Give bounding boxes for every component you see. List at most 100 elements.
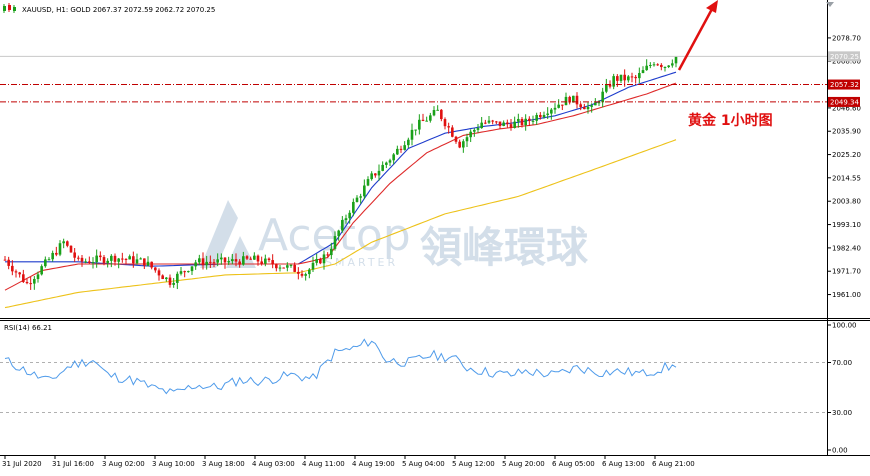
candle-body [352, 201, 355, 213]
candle-body [667, 65, 670, 68]
candle-body [113, 255, 117, 262]
time-tick-label: 5 Aug 20:00 [502, 460, 545, 468]
candle-body [121, 258, 124, 260]
rsi-tick-label: 70.00 [832, 359, 852, 367]
time-tick-label: 4 Aug 19:00 [352, 460, 395, 468]
candle-body [495, 121, 498, 123]
candle-body [194, 262, 197, 267]
candle-body [638, 73, 641, 79]
candle-body [66, 241, 69, 246]
candle-body [150, 261, 153, 268]
candle-body [641, 70, 645, 74]
price-tick-label: 2003.80 [832, 198, 861, 206]
candle-body [209, 261, 212, 263]
price-tag-label: 2070.25 [830, 53, 859, 61]
rsi-header: RSI(14) 66.21 [4, 324, 52, 332]
candle-body [176, 273, 179, 283]
candle-body [179, 271, 183, 274]
candle-body [234, 259, 238, 262]
candle-body [84, 261, 87, 263]
price-tick-label: 2035.90 [832, 128, 861, 136]
candle-body [242, 256, 245, 265]
candle-body [535, 114, 538, 121]
time-tick-label: 6 Aug 13:00 [602, 460, 645, 468]
candle-body [410, 129, 414, 140]
candle-body [161, 275, 164, 280]
price-tick-label: 2025.20 [832, 151, 861, 159]
candle-body [25, 281, 29, 284]
price-tick-label: 1993.10 [832, 221, 861, 229]
candle-body [51, 252, 54, 260]
candle [69, 245, 73, 253]
candle-body [440, 109, 443, 120]
candle-body [205, 261, 208, 266]
candle-body [553, 107, 557, 110]
candle-body [135, 259, 139, 264]
price-tick-label: 1961.00 [832, 291, 861, 299]
candle-body [363, 185, 366, 197]
candle-body [421, 119, 425, 121]
time-tick-label: 6 Aug 21:00 [652, 460, 695, 468]
candle-body [487, 120, 491, 123]
candle-body [388, 160, 392, 163]
candle-body [575, 95, 579, 105]
candle-body [623, 74, 626, 81]
candle-body [465, 137, 469, 142]
candle-body [348, 212, 351, 219]
candle-body [663, 67, 667, 69]
candle-body [425, 120, 428, 122]
candle-body [564, 96, 568, 106]
chart-svg: Acetop 領峰環球 SMARTER 2078.702068.002046.6… [0, 0, 870, 472]
candle-body [47, 259, 51, 261]
candle-body [399, 148, 403, 150]
candle-body [11, 265, 14, 272]
candle-body [77, 257, 80, 259]
candle-body [275, 264, 278, 269]
candle-body [245, 256, 249, 259]
candle-body [58, 243, 62, 255]
candle-body [308, 269, 311, 275]
watermark-sub: SMARTER [325, 256, 398, 269]
candle-body [139, 258, 142, 260]
candle-body [627, 76, 630, 81]
candle-body [407, 139, 410, 146]
candle-body [436, 109, 439, 111]
candle-body [33, 278, 36, 284]
rsi-tick-label: 0.00 [832, 447, 848, 455]
candle-body [293, 264, 296, 272]
candle-body [473, 129, 476, 132]
candle-body [539, 114, 542, 118]
time-tick-label: 3 Aug 02:00 [102, 460, 145, 468]
candle-body [14, 271, 18, 273]
candle-body [227, 261, 230, 263]
annotation-label: 黄金 1小时图 [688, 112, 773, 129]
candle-body [462, 141, 465, 148]
time-tick-label: 4 Aug 11:00 [302, 460, 345, 468]
candle-body [22, 274, 25, 282]
candle-body [249, 258, 252, 260]
time-tick-label: 31 Jul 16:00 [52, 460, 94, 468]
candle-body [583, 107, 586, 110]
candle-body [223, 257, 227, 263]
candle-body [333, 236, 337, 249]
candle-body [3, 259, 7, 261]
candle-body [132, 256, 135, 264]
candle-body [476, 128, 480, 130]
candle-body [172, 282, 175, 285]
candle-body [256, 255, 260, 262]
candle-body [7, 259, 10, 266]
candle-body [183, 271, 186, 273]
candle-body [337, 230, 340, 237]
candle-body [502, 122, 505, 127]
candle-body [297, 271, 300, 274]
candle-body [289, 264, 293, 266]
candle-body [88, 261, 91, 263]
candle-body [300, 273, 304, 276]
candle-body [513, 121, 516, 128]
candle-body [561, 104, 564, 106]
candle-body [128, 256, 131, 260]
candle-body [190, 266, 194, 272]
candle-body [359, 196, 362, 198]
candle-body [69, 245, 73, 253]
price-tag-label: 2049.34 [830, 98, 859, 106]
